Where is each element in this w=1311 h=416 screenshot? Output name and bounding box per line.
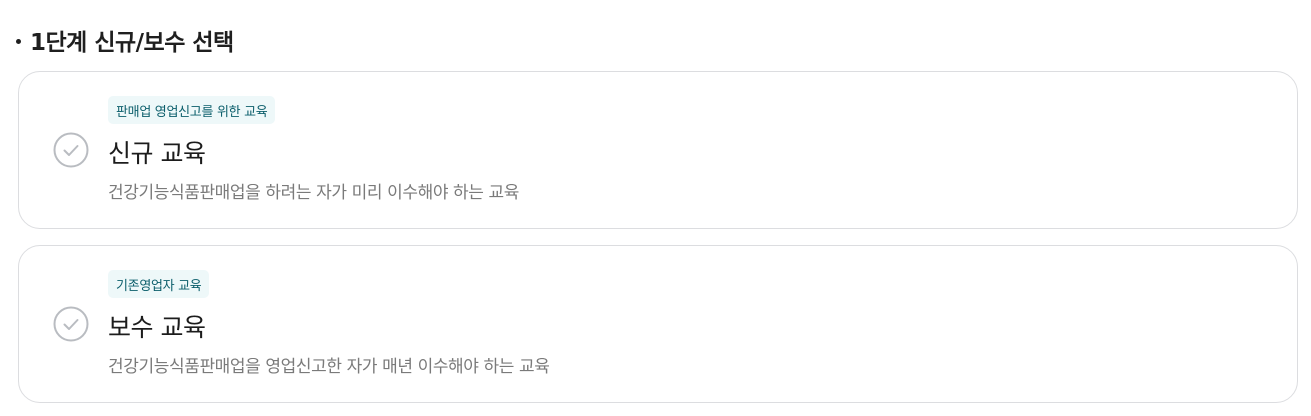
option-badge: 판매업 영업신고를 위한 교육 [108,96,276,124]
option-title: 보수 교육 [108,313,206,342]
option-badge: 기존영업자 교육 [108,270,210,298]
option-description: 건강기능식품판매업을 영업신고한 자가 매년 이수해야 하는 교육 [108,357,550,377]
check-circle-icon[interactable] [53,306,89,342]
option-title: 신규 교육 [108,139,206,168]
section-title-text: 1단계 신규/보수 선택 [30,30,234,56]
option-card-refresher-education[interactable]: 기존영업자 교육 보수 교육 건강기능식품판매업을 영업신고한 자가 매년 이수… [18,245,1298,403]
option-description: 건강기능식품판매업을 하려는 자가 미리 이수해야 하는 교육 [108,183,520,203]
bullet-icon [16,38,21,44]
check-circle-icon[interactable] [53,132,89,168]
option-card-new-education[interactable]: 판매업 영업신고를 위한 교육 신규 교육 건강기능식품판매업을 하려는 자가 … [18,71,1298,229]
section-title: 1단계 신규/보수 선택 [16,24,234,56]
step-selection-page: 1단계 신규/보수 선택 판매업 영업신고를 위한 교육 신규 교육 건강기능식… [0,0,1311,416]
